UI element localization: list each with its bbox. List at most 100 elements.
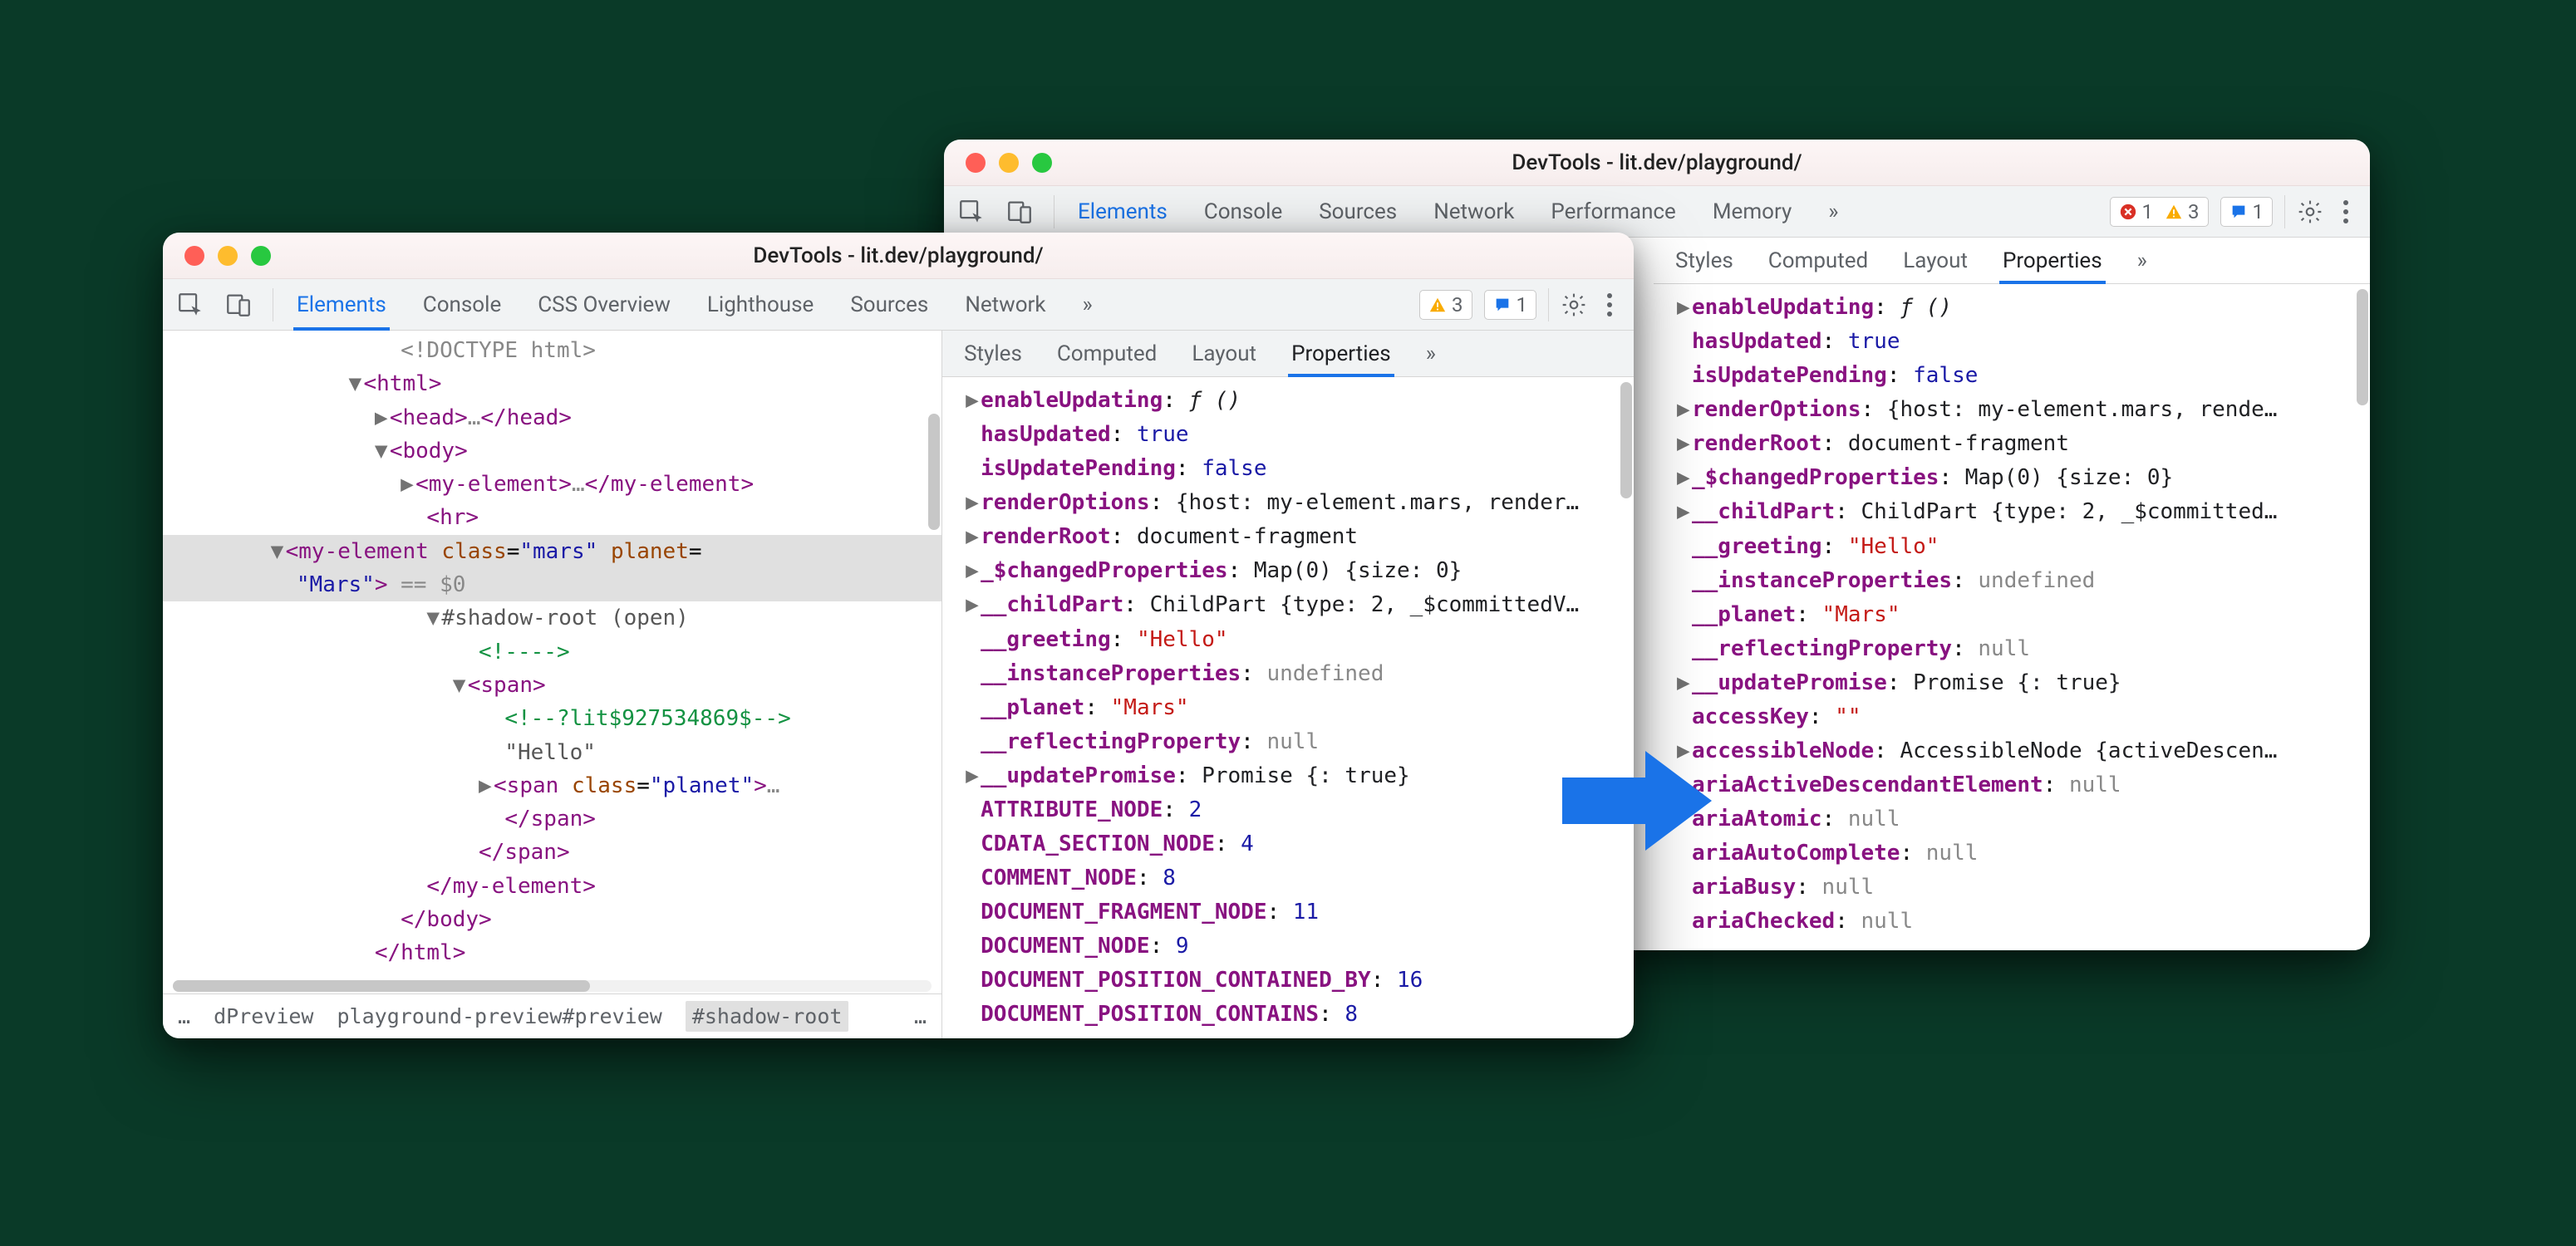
tab-lighthouse[interactable]: Lighthouse bbox=[704, 279, 817, 330]
property-row[interactable]: __instanceProperties: undefined bbox=[952, 657, 1634, 691]
property-row[interactable]: __planet: "Mars" bbox=[1664, 598, 2370, 632]
scrollbar-horizontal[interactable] bbox=[173, 980, 932, 992]
dom-row-selected[interactable]: ▼<my-element class="mars" planet= bbox=[163, 535, 941, 568]
dom-row[interactable]: </html> bbox=[163, 936, 941, 969]
device-toggle-icon[interactable] bbox=[224, 291, 253, 319]
subtabs-overflow-icon[interactable]: » bbox=[1423, 331, 1439, 376]
zoom-icon[interactable] bbox=[1032, 153, 1052, 173]
property-row[interactable]: DOCUMENT_NODE: 9 bbox=[952, 930, 1634, 964]
dom-row[interactable]: ▶<span class="planet">… bbox=[163, 769, 941, 802]
property-row[interactable]: isUpdatePending: false bbox=[1664, 359, 2370, 393]
dom-row[interactable]: "Hello" bbox=[163, 736, 941, 769]
property-row[interactable]: ▶renderOptions: {host: my-element.mars, … bbox=[1664, 393, 2370, 427]
breadcrumb-item[interactable]: playground-preview#preview bbox=[337, 1004, 661, 1028]
property-row[interactable]: ▶__childPart: ChildPart {type: 2, _$comm… bbox=[952, 588, 1634, 622]
property-row[interactable]: ▶enableUpdating: ƒ () bbox=[1664, 291, 2370, 325]
issues-badge[interactable]: 1 bbox=[1484, 290, 1537, 320]
settings-icon[interactable] bbox=[1561, 292, 1587, 318]
breadcrumb-overflow-icon[interactable]: … bbox=[178, 1004, 190, 1028]
close-icon[interactable] bbox=[184, 246, 204, 266]
property-row[interactable]: ▶enableUpdating: ƒ () bbox=[952, 384, 1634, 418]
device-toggle-icon[interactable] bbox=[1005, 198, 1034, 226]
subtab-styles[interactable]: Styles bbox=[1672, 238, 1737, 283]
tab-memory[interactable]: Memory bbox=[1709, 186, 1795, 237]
property-row[interactable]: __planet: "Mars" bbox=[952, 691, 1634, 725]
inspect-icon[interactable] bbox=[957, 198, 986, 226]
tab-network[interactable]: Network bbox=[1430, 186, 1517, 237]
subtabs-overflow-icon[interactable]: » bbox=[2134, 238, 2151, 283]
property-row[interactable]: ariaChecked: null bbox=[1664, 905, 2370, 939]
dom-row[interactable]: ▼#shadow-root (open) bbox=[163, 601, 941, 635]
subtab-styles[interactable]: Styles bbox=[961, 331, 1025, 376]
issues-badge[interactable]: 1 bbox=[2220, 197, 2274, 227]
close-icon[interactable] bbox=[966, 153, 986, 173]
property-row[interactable]: __instanceProperties: undefined bbox=[1664, 564, 2370, 598]
subtab-properties[interactable]: Properties bbox=[1999, 238, 2106, 283]
subtab-layout[interactable]: Layout bbox=[1188, 331, 1260, 376]
dom-row[interactable]: </body> bbox=[163, 903, 941, 936]
breadcrumb-item-selected[interactable]: #shadow-root bbox=[686, 1001, 849, 1032]
zoom-icon[interactable] bbox=[251, 246, 271, 266]
dom-row[interactable]: ▼<body> bbox=[163, 434, 941, 468]
property-row[interactable]: ▶__updatePromise: Promise {: true} bbox=[1664, 666, 2370, 700]
tab-elements[interactable]: Elements bbox=[293, 279, 390, 330]
dom-row[interactable]: <hr> bbox=[163, 501, 941, 534]
kebab-menu-icon[interactable] bbox=[1607, 302, 1612, 307]
property-row[interactable]: __reflectingProperty: null bbox=[1664, 632, 2370, 666]
property-row[interactable]: ▶renderRoot: document-fragment bbox=[952, 520, 1634, 554]
property-row[interactable]: ▶__updatePromise: Promise {: true} bbox=[952, 759, 1634, 793]
property-row[interactable]: accessKey: "" bbox=[1664, 700, 2370, 734]
dom-row[interactable]: <!DOCTYPE html> bbox=[163, 334, 941, 367]
property-row[interactable]: DOCUMENT_POSITION_CONTAINS: 8 bbox=[952, 998, 1634, 1032]
dom-row[interactable]: <!----> bbox=[163, 635, 941, 669]
tabs-overflow-icon[interactable]: » bbox=[1825, 186, 1841, 237]
scrollbar-vertical[interactable] bbox=[2357, 289, 2368, 405]
subtab-layout[interactable]: Layout bbox=[1900, 238, 1971, 283]
property-row[interactable]: ariaActiveDescendantElement: null bbox=[1664, 768, 2370, 802]
dom-row-selected[interactable]: "Mars"> == $0 bbox=[163, 568, 941, 601]
scrollbar-vertical[interactable] bbox=[928, 414, 940, 530]
property-row[interactable]: ▶accessibleNode: AccessibleNode {activeD… bbox=[1664, 734, 2370, 768]
breadcrumb-item[interactable]: dPreview bbox=[214, 1004, 313, 1028]
dom-row[interactable]: </span> bbox=[163, 836, 941, 869]
property-row[interactable]: isUpdatePending: false bbox=[952, 452, 1634, 486]
dom-row[interactable]: </my-element> bbox=[163, 870, 941, 903]
property-row[interactable]: DOCUMENT_POSITION_CONTAINED_BY: 16 bbox=[952, 964, 1634, 998]
tab-sources[interactable]: Sources bbox=[847, 279, 932, 330]
property-row[interactable]: DOCUMENT_FRAGMENT_NODE: 11 bbox=[952, 895, 1634, 930]
scrollbar-vertical[interactable] bbox=[1620, 382, 1632, 498]
subtab-computed[interactable]: Computed bbox=[1054, 331, 1160, 376]
properties-list[interactable]: ▶enableUpdating: ƒ () hasUpdated: true i… bbox=[1654, 284, 2370, 950]
property-row[interactable]: hasUpdated: true bbox=[952, 418, 1634, 452]
property-row[interactable]: __greeting: "Hello" bbox=[952, 623, 1634, 657]
property-row[interactable]: ariaBusy: null bbox=[1664, 871, 2370, 905]
properties-list[interactable]: ▶enableUpdating: ƒ () hasUpdated: true i… bbox=[942, 377, 1634, 1038]
property-row[interactable]: ▶renderRoot: document-fragment bbox=[1664, 427, 2370, 461]
property-row[interactable]: __greeting: "Hello" bbox=[1664, 530, 2370, 564]
tab-console[interactable]: Console bbox=[420, 279, 504, 330]
dom-row[interactable]: ▼<span> bbox=[163, 669, 941, 702]
dom-row[interactable]: ▶<head>…</head> bbox=[163, 401, 941, 434]
property-row[interactable]: ▶_$changedProperties: Map(0) {size: 0} bbox=[952, 554, 1634, 588]
dom-row[interactable]: </span> bbox=[163, 802, 941, 836]
subtab-properties[interactable]: Properties bbox=[1288, 331, 1394, 376]
breadcrumb[interactable]: … dPreview playground-preview#preview #s… bbox=[163, 993, 941, 1038]
tab-sources[interactable]: Sources bbox=[1315, 186, 1400, 237]
tabs-overflow-icon[interactable]: » bbox=[1079, 279, 1096, 330]
titlebar[interactable]: DevTools - lit.dev/playground/ bbox=[944, 140, 2370, 186]
dom-row[interactable]: ▼<html> bbox=[163, 367, 941, 400]
error-badge[interactable]: 1 3 bbox=[2110, 197, 2209, 227]
property-row[interactable]: ▶__childPart: ChildPart {type: 2, _$comm… bbox=[1664, 495, 2370, 529]
property-row[interactable]: ATTRIBUTE_NODE: 2 bbox=[952, 793, 1634, 827]
dom-row[interactable]: <!--?lit$927534869$--> bbox=[163, 702, 941, 735]
tab-css-overview[interactable]: CSS Overview bbox=[534, 279, 674, 330]
property-row[interactable]: COMMENT_NODE: 8 bbox=[952, 861, 1634, 895]
property-row[interactable]: __reflectingProperty: null bbox=[952, 725, 1634, 759]
tab-console[interactable]: Console bbox=[1201, 186, 1286, 237]
tab-performance[interactable]: Performance bbox=[1547, 186, 1679, 237]
inspect-icon[interactable] bbox=[176, 291, 204, 319]
titlebar[interactable]: DevTools - lit.dev/playground/ bbox=[163, 233, 1634, 279]
subtab-computed[interactable]: Computed bbox=[1765, 238, 1871, 283]
property-row[interactable]: ▶_$changedProperties: Map(0) {size: 0} bbox=[1664, 461, 2370, 495]
property-row[interactable]: hasUpdated: true bbox=[1664, 325, 2370, 359]
